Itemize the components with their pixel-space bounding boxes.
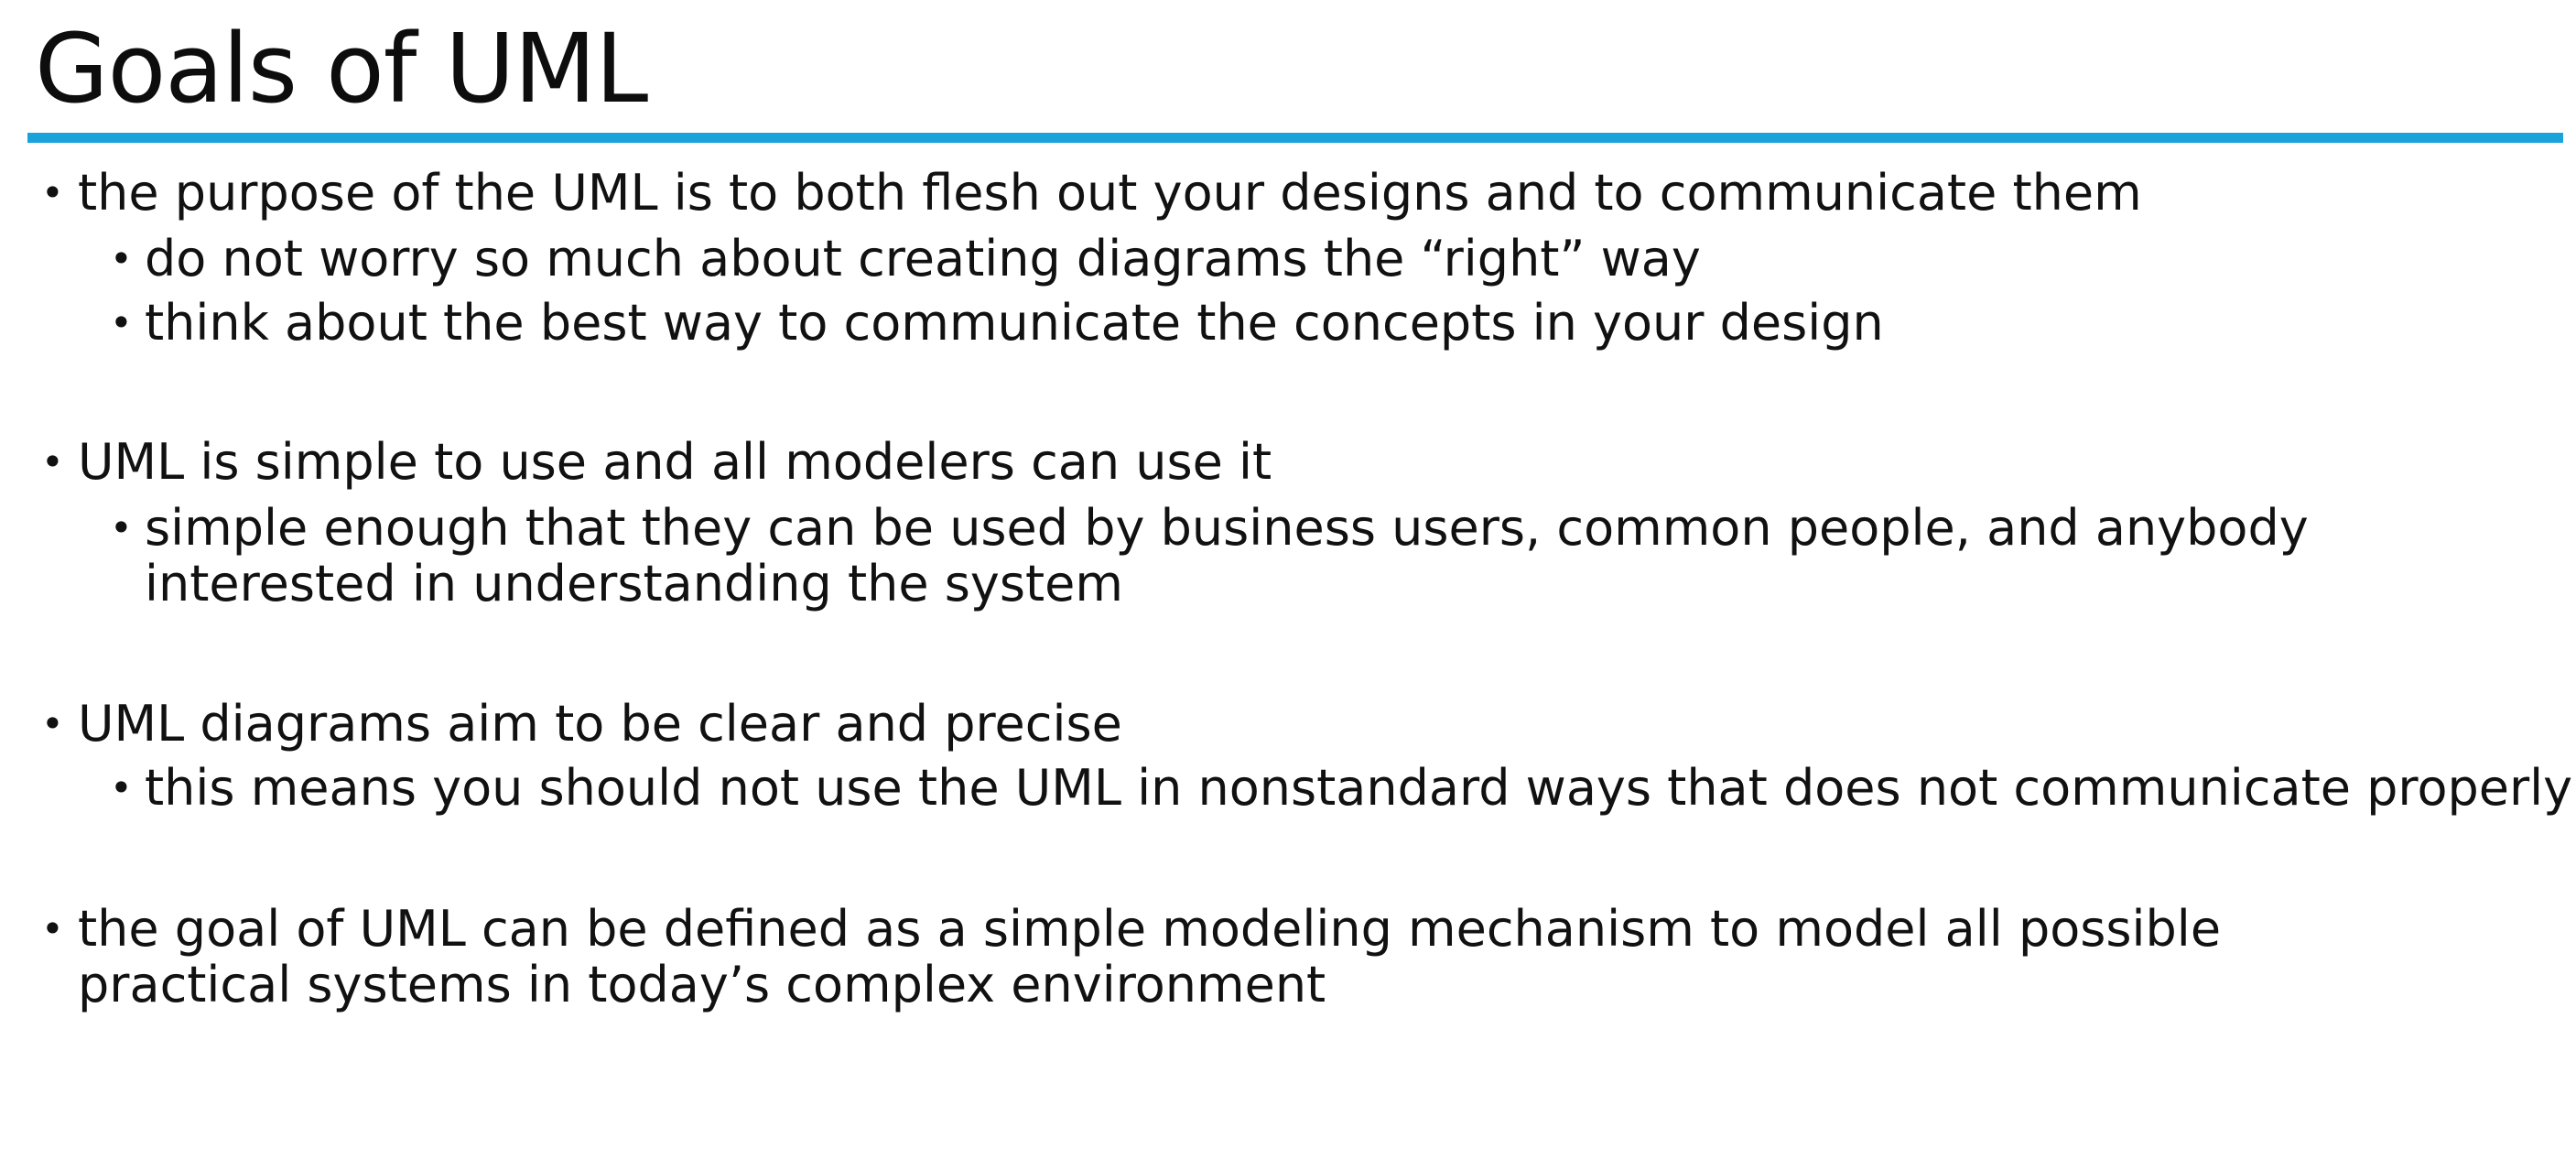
- bullet-text: UML diagrams aim to be clear and precise: [78, 695, 1122, 753]
- bullet-dot: •: [41, 170, 64, 215]
- sub-bullet-text: simple enough that they can be used by b…: [145, 499, 2309, 612]
- bullet-dot: •: [110, 300, 133, 345]
- bullet-dot: •: [110, 765, 133, 810]
- bullet-item: • the goal of UML can be defined as a si…: [41, 900, 2403, 1013]
- bullet-dot: •: [41, 906, 64, 951]
- sub-bullet-item: • simple enough that they can be used by…: [110, 499, 2516, 612]
- bullet-item: • the purpose of the UML is to both fles…: [41, 164, 2142, 222]
- sub-bullet-text: this means you should not use the UML in…: [145, 759, 2573, 817]
- bullet-dot: •: [110, 505, 133, 550]
- bullet-dot: •: [110, 236, 133, 281]
- slide-title: Goals of UML: [35, 13, 648, 125]
- bullet-text: UML is simple to use and all modelers ca…: [78, 433, 1272, 491]
- bullet-text: the purpose of the UML is to both flesh …: [78, 164, 2142, 222]
- title-divider: [27, 133, 2563, 143]
- sub-bullet-text: think about the best way to communicate …: [145, 294, 1884, 352]
- bullet-text: the goal of UML can be defined as a simp…: [78, 900, 2222, 1013]
- sub-bullet-item: • do not worry so much about creating di…: [110, 230, 1701, 287]
- sub-bullet-item: • think about the best way to communicat…: [110, 294, 1884, 352]
- sub-bullet-item: • this means you should not use the UML …: [110, 759, 2573, 817]
- bullet-dot: •: [41, 701, 64, 746]
- bullet-item: • UML is simple to use and all modelers …: [41, 433, 1272, 491]
- bullet-dot: •: [41, 439, 64, 484]
- bullet-item: • UML diagrams aim to be clear and preci…: [41, 695, 1122, 753]
- sub-bullet-text: do not worry so much about creating diag…: [145, 230, 1701, 287]
